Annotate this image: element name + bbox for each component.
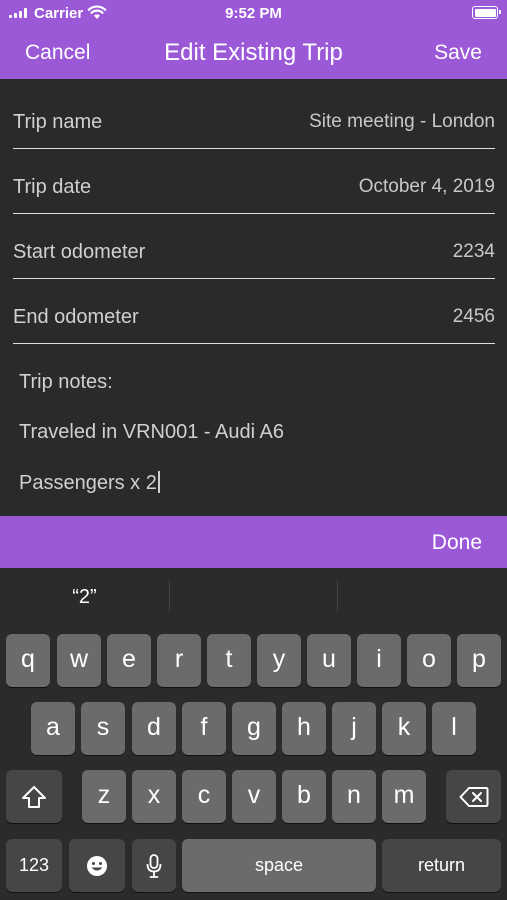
keyboard-toolbar: Done xyxy=(0,516,507,568)
field-value[interactable]: 2456 xyxy=(453,306,495,328)
text-cursor xyxy=(157,471,160,493)
page-title: Edit Existing Trip xyxy=(164,39,343,66)
emoji-icon xyxy=(87,855,107,876)
field-label: Trip name xyxy=(13,111,103,133)
key-x[interactable]: x xyxy=(132,770,176,823)
key-r[interactable]: r xyxy=(157,634,201,687)
key-p[interactable]: p xyxy=(457,634,501,687)
field-label: Start odometer xyxy=(13,241,146,263)
trip-name-field[interactable]: Trip name Site meeting - London xyxy=(13,84,495,149)
shift-key[interactable] xyxy=(6,770,62,823)
trip-date-field[interactable]: Trip date October 4, 2019 xyxy=(13,149,495,214)
key-q[interactable]: q xyxy=(6,634,50,687)
key-w[interactable]: w xyxy=(57,634,101,687)
navigation-bar: Cancel Edit Existing Trip Save xyxy=(0,26,507,79)
emoji-key[interactable] xyxy=(69,839,125,892)
header: Carrier 9:52 PM Cancel Edit Existing Tri… xyxy=(0,0,507,79)
key-i[interactable]: i xyxy=(357,634,401,687)
field-label: End odometer xyxy=(13,306,139,328)
microphone-icon xyxy=(146,853,162,878)
start-odometer-field[interactable]: Start odometer 2234 xyxy=(13,214,495,279)
field-value[interactable]: 2234 xyxy=(453,241,495,263)
key-j[interactable]: j xyxy=(332,702,376,755)
key-t[interactable]: t xyxy=(207,634,251,687)
predictive-bar: “2” xyxy=(0,568,507,628)
key-y[interactable]: y xyxy=(257,634,301,687)
shift-icon xyxy=(22,785,46,808)
trip-form: Trip name Site meeting - London Trip dat… xyxy=(0,79,507,516)
keyboard: “2” q w e r t y u i o p a s d f g h j k … xyxy=(0,568,507,900)
battery-icon xyxy=(472,6,501,19)
key-b[interactable]: b xyxy=(282,770,326,823)
return-key[interactable]: return xyxy=(382,839,501,892)
status-bar: Carrier 9:52 PM xyxy=(0,0,507,26)
key-c[interactable]: c xyxy=(182,770,226,823)
field-label: Trip date xyxy=(13,176,92,198)
field-value[interactable]: October 4, 2019 xyxy=(359,176,495,198)
numbers-key[interactable]: 123 xyxy=(6,839,62,892)
key-l[interactable]: l xyxy=(432,702,476,755)
suggestion-2[interactable] xyxy=(169,568,338,628)
key-g[interactable]: g xyxy=(232,702,276,755)
key-n[interactable]: n xyxy=(332,770,376,823)
backspace-key[interactable] xyxy=(446,770,501,823)
key-e[interactable]: e xyxy=(107,634,151,687)
key-k[interactable]: k xyxy=(382,702,426,755)
dictation-key[interactable] xyxy=(132,839,176,892)
save-button[interactable]: Save xyxy=(434,41,482,65)
suggestion-1[interactable]: “2” xyxy=(0,568,169,628)
space-key[interactable]: space xyxy=(182,839,376,892)
key-h[interactable]: h xyxy=(282,702,326,755)
key-f[interactable]: f xyxy=(182,702,226,755)
field-value[interactable]: Site meeting - London xyxy=(309,111,495,133)
notes-label: Trip notes: xyxy=(19,371,113,393)
notes-line-active[interactable]: Passengers x 2 xyxy=(19,471,160,495)
backspace-icon xyxy=(459,786,488,807)
key-u[interactable]: u xyxy=(307,634,351,687)
key-o[interactable]: o xyxy=(407,634,451,687)
notes-line[interactable]: Traveled in VRN001 - Audi A6 xyxy=(19,421,284,444)
key-z[interactable]: z xyxy=(82,770,126,823)
key-s[interactable]: s xyxy=(81,702,125,755)
suggestion-3[interactable] xyxy=(338,568,507,628)
key-v[interactable]: v xyxy=(232,770,276,823)
key-a[interactable]: a xyxy=(31,702,75,755)
end-odometer-field[interactable]: End odometer 2456 xyxy=(13,279,495,344)
done-button[interactable]: Done xyxy=(432,531,482,555)
clock: 9:52 PM xyxy=(225,5,282,22)
key-d[interactable]: d xyxy=(132,702,176,755)
key-m[interactable]: m xyxy=(382,770,426,823)
